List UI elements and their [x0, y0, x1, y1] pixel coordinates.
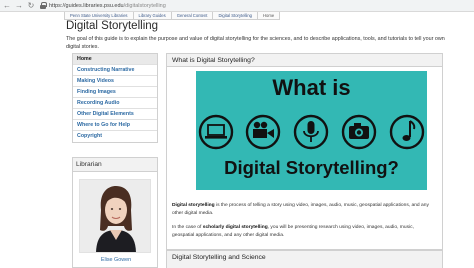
back-icon[interactable]: ← — [2, 1, 12, 11]
microphone-icon — [293, 114, 329, 150]
music-note-icon — [389, 114, 425, 150]
reload-icon[interactable]: ↻ — [26, 1, 36, 11]
nav-item-making-videos[interactable]: Making Videos — [73, 76, 157, 87]
term-scholarly-digital-storytelling: scholarly digital storytelling — [202, 225, 268, 230]
breadcrumb-item[interactable]: Digital Storytelling — [213, 11, 258, 20]
nav-item-other-digital-elements[interactable]: Other Digital Elements — [73, 109, 157, 120]
video-camera-icon — [245, 114, 281, 150]
librarian-photo — [79, 179, 151, 253]
nav-item-finding-images[interactable]: Finding Images — [73, 87, 157, 98]
librarian-photo-graphic — [80, 180, 150, 252]
librarian-name-link[interactable]: Elise Gowen — [73, 257, 159, 263]
hero-title-top: What is — [272, 75, 351, 100]
camera-icon — [341, 114, 377, 150]
breadcrumb-current: Home — [262, 12, 275, 18]
guide-navigation: Home Constructing Narrative Making Video… — [72, 53, 158, 143]
hero-image: What is Digital Storytelling? — [196, 71, 427, 190]
breadcrumb: Penn State University Libraries Library … — [64, 11, 281, 20]
scholarly-intro: In the case of — [172, 225, 203, 230]
science-section-heading: Digital Storytelling and Science — [172, 254, 266, 261]
url-domain: https://guides.libraries.psu.edu — [49, 2, 124, 9]
breadcrumb-item[interactable]: Library Guides — [134, 11, 172, 20]
url-path: /digitalstorytelling — [123, 2, 166, 9]
nav-item-where-to-go-for-help[interactable]: Where to Go for Help — [73, 120, 157, 131]
main-heading: What is Digital Storytelling? — [167, 54, 442, 67]
term-digital-storytelling: Digital storytelling — [172, 203, 215, 208]
hero-icon-row — [198, 114, 425, 150]
lock-icon — [40, 2, 47, 9]
forward-icon[interactable]: → — [14, 1, 24, 11]
nav-item-recording-audio[interactable]: Recording Audio — [73, 98, 157, 109]
librarian-box: Librarian Elise Gowen — [72, 157, 158, 268]
address-bar[interactable]: https://guides.libraries.psu.edu/digital… — [49, 3, 166, 9]
page-title: Digital Storytelling — [66, 20, 159, 32]
nav-item-copyright[interactable]: Copyright — [73, 131, 157, 142]
laptop-icon — [198, 114, 234, 150]
nav-item-constructing-narrative[interactable]: Constructing Narrative — [73, 65, 157, 76]
science-section-box: Digital Storytelling and Science — [166, 250, 443, 268]
breadcrumb-item[interactable]: Penn State University Libraries — [65, 11, 134, 20]
browser-toolbar: ← → ↻ https://guides.libraries.psu.edu/d… — [0, 0, 474, 12]
page-intro: The goal of this guide is to explain the… — [66, 36, 445, 50]
nav-item-home[interactable]: Home — [73, 54, 157, 65]
librarian-heading: Librarian — [73, 158, 157, 172]
breadcrumb-item[interactable]: General Content — [172, 11, 214, 20]
main-content-box: What is Digital Storytelling? What is Di… — [166, 53, 443, 250]
definition-paragraph: Digital storytelling is the process of t… — [172, 202, 434, 217]
scholarly-paragraph: In the case of scholarly digital storyte… — [172, 224, 434, 239]
hero-title-bottom: Digital Storytelling? — [224, 157, 399, 178]
